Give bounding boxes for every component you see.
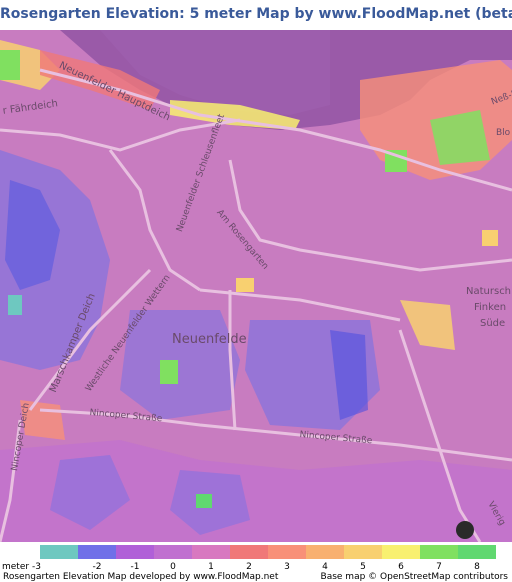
legend-first-label: -3: [31, 562, 41, 572]
legend-swatch: [78, 545, 116, 559]
legend-swatch: [344, 545, 382, 559]
label-sued: Süde: [480, 318, 506, 329]
legend-tick-label: 5: [360, 562, 366, 572]
legend-tick-label: 4: [322, 562, 328, 572]
legend-tick-label: 3: [284, 562, 290, 572]
label-finken: Finken: [474, 302, 507, 313]
legend-swatch: [40, 545, 78, 559]
credit-left: Rosengarten Elevation Map developed by w…: [3, 572, 279, 582]
label-blo: Blo: [496, 128, 511, 138]
legend-swatch: [230, 545, 268, 559]
legend-unit: meter -3: [2, 562, 41, 572]
dike-nw-top: [0, 50, 20, 80]
legend-swatch: [116, 545, 154, 559]
dike-east-patch: [482, 230, 498, 246]
center-high-patch: [236, 278, 254, 292]
legend-tick-label: 6: [398, 562, 404, 572]
legend-tick-label: 1: [208, 562, 214, 572]
legend-swatch: [458, 545, 496, 559]
label-natursch: Natursch: [466, 286, 512, 297]
elevation-map[interactable]: Neuenfelder Hauptdeich r Fährdeich Neuen…: [0, 30, 512, 542]
legend-tick-label: 8: [474, 562, 480, 572]
legend-swatch: [382, 545, 420, 559]
legend-swatch: [306, 545, 344, 559]
legend-swatch: [154, 545, 192, 559]
search-icon[interactable]: [456, 521, 474, 539]
page-title: Rosengarten Elevation: 5 meter Map by ww…: [0, 6, 512, 22]
legend-swatch: [192, 545, 230, 559]
legend-swatch: [420, 545, 458, 559]
legend: -2 -1 0 1 2 3 4 5 6 7 8 meter -3 Rosengarten Eleva…: [0, 542, 512, 582]
teal-patch-1: [8, 295, 22, 315]
legend-tick-label: 2: [246, 562, 252, 572]
dike-ne-top: [430, 110, 490, 165]
credit-right: Base map © OpenStreetMap contributors: [320, 572, 508, 582]
legend-tick-label: 0: [170, 562, 176, 572]
legend-swatch: [268, 545, 306, 559]
legend-tick-label: -1: [130, 562, 140, 572]
legend-unit-label: meter: [2, 562, 30, 572]
map-canvas: [0, 30, 512, 542]
green-patch-1: [160, 360, 178, 384]
label-neuenfelde: Neuenfelde: [172, 332, 247, 347]
green-patch-2: [196, 494, 212, 508]
legend-tick-label: -2: [92, 562, 102, 572]
legend-tick-label: 7: [436, 562, 442, 572]
